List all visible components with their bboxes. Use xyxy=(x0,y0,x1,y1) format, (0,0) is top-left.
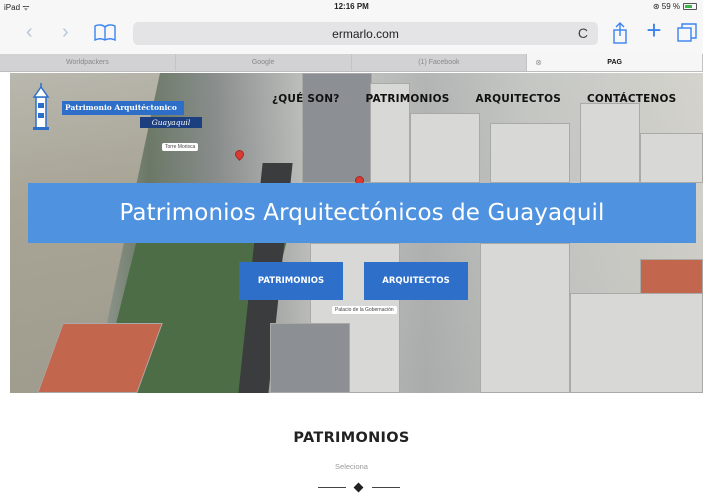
hero-title: Patrimonios Arquitectónicos de Guayaquil xyxy=(119,200,605,226)
battery-percent: ⊛ 59 % xyxy=(652,2,680,11)
tab-pag[interactable]: ⊗ PAG xyxy=(527,54,703,71)
section-title: PATRIMONIOS xyxy=(293,430,410,446)
divider-line xyxy=(318,487,346,488)
tab-label: Worldpackers xyxy=(66,59,109,66)
tab-google[interactable]: Google xyxy=(176,54,352,71)
tab-label: PAG xyxy=(607,59,622,66)
status-time: 12:16 PM xyxy=(334,2,369,11)
hero-section: Patrimonio Arquitéctonico Guayaquil ¿QUÉ… xyxy=(10,73,703,393)
building xyxy=(570,293,703,393)
hero-banner: Patrimonios Arquitectónicos de Guayaquil xyxy=(28,183,696,243)
logo-name: Patrimonio Arquitéctonico xyxy=(62,101,184,115)
building xyxy=(490,123,570,183)
tower-logo-icon xyxy=(32,83,50,130)
diamond-icon xyxy=(353,482,364,493)
back-icon[interactable]: ‹ xyxy=(26,22,33,42)
tab-label: Google xyxy=(251,59,275,66)
forward-icon[interactable]: › xyxy=(62,22,69,42)
share-icon[interactable] xyxy=(609,22,631,44)
arquitectos-button[interactable]: ARQUITECTOS xyxy=(364,262,468,300)
main-menu: ¿QUÉ SON? PATRIMONIOS ARQUITECTOS CONTÁC… xyxy=(272,93,676,105)
building xyxy=(410,113,480,183)
menu-item-contactenos[interactable]: CONTÁCTENOS xyxy=(587,93,676,105)
menu-item-que-son[interactable]: ¿QUÉ SON? xyxy=(272,93,340,105)
tab-facebook[interactable]: (1) Facebook xyxy=(352,54,528,71)
logo-city: Guayaquil xyxy=(140,117,202,128)
tab-strip: Worldpackers Google (1) Facebook ⊗ PAG xyxy=(0,54,703,72)
reload-icon[interactable]: C xyxy=(578,25,588,41)
url-text: ermarlo.com xyxy=(332,27,399,41)
section-divider xyxy=(318,482,400,493)
building xyxy=(640,133,703,183)
building xyxy=(640,259,703,294)
building xyxy=(480,243,570,393)
patrimonios-button[interactable]: PATRIMONIOS xyxy=(239,262,343,300)
status-bar: iPad ᯤ 12:16 PM ⊛ 59 % xyxy=(0,0,703,14)
section-subtitle: Seleciona xyxy=(335,462,368,471)
close-tab-icon[interactable]: ⊗ xyxy=(535,54,542,72)
battery-indicator: ⊛ 59 % xyxy=(653,2,697,11)
divider-line xyxy=(372,487,400,488)
new-tab-icon[interactable]: + xyxy=(643,17,665,43)
browser-toolbar: ‹ › ermarlo.com C + xyxy=(0,14,703,54)
building xyxy=(580,103,640,183)
battery-icon xyxy=(683,3,697,10)
tabs-overview-icon[interactable] xyxy=(676,22,698,44)
tab-label: (1) Facebook xyxy=(418,59,460,66)
map-label: Torre Morisca xyxy=(162,143,199,151)
map-label: Palacio de la Gobernación xyxy=(332,306,397,314)
tab-worldpackers[interactable]: Worldpackers xyxy=(0,54,176,71)
site-logo[interactable]: Patrimonio Arquitéctonico Guayaquil xyxy=(28,83,202,135)
menu-item-arquitectos[interactable]: ARQUITECTOS xyxy=(476,93,561,105)
address-bar[interactable]: ermarlo.com C xyxy=(133,22,598,45)
map-pin-icon[interactable] xyxy=(233,148,246,161)
building xyxy=(270,323,350,393)
bookmarks-icon[interactable] xyxy=(94,24,116,41)
building xyxy=(302,73,372,183)
menu-item-patrimonios[interactable]: PATRIMONIOS xyxy=(366,93,450,105)
